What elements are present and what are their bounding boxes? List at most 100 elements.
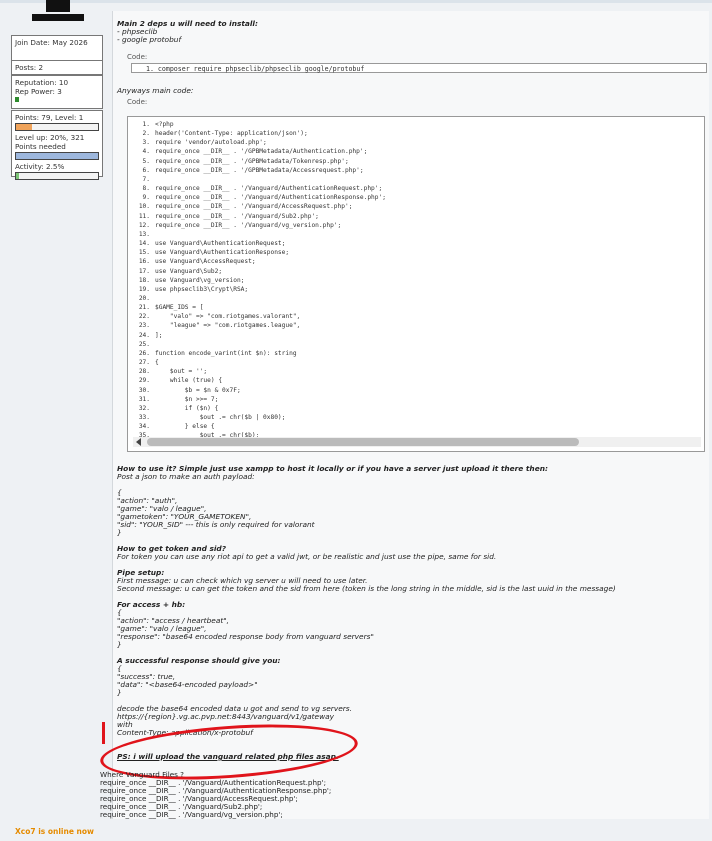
annotation-mark <box>102 722 115 744</box>
code-text: require_once __DIR__ . '/Vanguard/Authen… <box>155 185 383 193</box>
install-code-box[interactable]: 1. composer require phpseclib/phpseclib … <box>131 63 707 73</box>
code-text: require_once __DIR__ . '/Vanguard/Access… <box>155 203 353 211</box>
code-text: } else { <box>155 423 215 431</box>
pipe-second: Second message: u can get the token and … <box>117 584 616 593</box>
json-line: } <box>117 688 122 697</box>
json-line: { <box>117 488 122 497</box>
code-line: 30. $b = $n & 0x7F; <box>128 386 688 395</box>
code-line: 25. <box>128 340 688 349</box>
line-number: 23. <box>138 322 150 330</box>
code-line: 6. require_once __DIR__ . '/GPBMetadata/A… <box>128 166 688 175</box>
code-text: "valo" => "com.riotgames.valorant", <box>155 313 301 321</box>
page: Join Date: May 2026 Posts: 2 Reputation:… <box>0 0 712 841</box>
line-number: 13. <box>138 230 150 238</box>
dep-item: - google protobuf <box>117 35 182 44</box>
gateway-url[interactable]: https://{region}.vg.ac.pvp.net:8443/vang… <box>117 713 705 721</box>
line-number: 22. <box>138 313 150 321</box>
code-line: 9. require_once __DIR__ . '/Vanguard/Auth… <box>128 193 688 202</box>
code-text: <?php <box>155 121 174 128</box>
code-text: ]; <box>155 331 163 339</box>
avatar[interactable] <box>30 0 86 28</box>
code-text: require_once __DIR__ . '/Vanguard/Authen… <box>155 194 386 202</box>
line-number: 14. <box>138 240 150 248</box>
code-text: require_once __DIR__ . '/GPBMetadata/Aut… <box>155 148 368 156</box>
level-progress-bar <box>15 123 99 131</box>
line-number: 30. <box>138 386 150 394</box>
main-code-title: Anyways main code: <box>117 86 194 95</box>
code-text: { <box>155 359 159 367</box>
line-number: 26. <box>138 349 150 357</box>
scroll-left-arrow-icon[interactable] <box>136 438 141 446</box>
code-text: use phpseclib3\Crypt\RSA; <box>155 285 249 293</box>
horizontal-scrollbar[interactable] <box>133 437 701 447</box>
code-text: require_once __DIR__ . '/Vanguard/Sub2.p… <box>155 212 319 220</box>
token-text: For token you can use any riot api to ge… <box>117 552 497 561</box>
json-line: "response": "base64 encoded response bod… <box>117 632 374 641</box>
reputation-value: Reputation: 10 <box>15 78 69 87</box>
code-line: 20. <box>128 294 688 303</box>
code-text: while (true) { <box>155 377 223 385</box>
success-title: A successful response should give you: <box>117 656 281 665</box>
code-line: 26. function encode_varint(int $n): strin… <box>128 349 688 358</box>
line-number: 11. <box>138 212 150 220</box>
rep-icon <box>15 97 19 102</box>
success-json: { "success": true, "data": "<base64-enco… <box>117 665 705 697</box>
line-number: 27. <box>138 359 150 367</box>
code-line: 29. while (true) { <box>128 376 688 385</box>
code-line: 32. if ($n) { <box>128 404 688 413</box>
code-text: use Vanguard\vg_version; <box>155 276 245 284</box>
code-lines: 1. <?php 2. header('Content-Type: applicati… <box>128 120 688 440</box>
access-title: For access + hb: <box>117 600 186 609</box>
line-number: 12. <box>138 221 150 229</box>
level-box: Points: 79, Level: 1 Level up: 20%, 321 … <box>11 110 103 180</box>
activity-bar <box>15 172 99 180</box>
note-line: require_once __DIR__ . '/Vanguard/vg_ver… <box>100 810 283 819</box>
line-number: 8. <box>142 185 150 193</box>
line-number: 24. <box>138 331 150 339</box>
code-line: 23. "league" => "com.riotgames.league", <box>128 321 688 330</box>
code-text: require_once __DIR__ . '/GPBMetadata/Tok… <box>155 157 349 165</box>
code-line: 27. { <box>128 358 688 367</box>
line-number: 32. <box>138 404 150 412</box>
code-text: function encode_varint(int $n): string <box>155 349 297 357</box>
code-line: 18. use Vanguard\vg_version; <box>128 276 688 285</box>
code-line: 31. $n >>= 7; <box>128 395 688 404</box>
code-line: 34. } else { <box>128 422 688 431</box>
code-line: 33. $out .= chr($b | 0x80); <box>128 413 688 422</box>
json-line: } <box>117 640 122 649</box>
code-text: header('Content-Type: application/json')… <box>155 130 308 138</box>
code-line: 4. require_once __DIR__ . '/GPBMetadata/A… <box>128 147 688 156</box>
line-number: 5. <box>142 157 150 165</box>
code-line: 10. require_once __DIR__ . '/Vanguard/Acc… <box>128 202 688 211</box>
online-status[interactable]: Xco7 is online now <box>15 827 94 836</box>
auth-json: { "action": "auth", "game": "valo / leag… <box>117 489 705 537</box>
code-line: 19. use phpseclib3\Crypt\RSA; <box>128 285 688 294</box>
scrollbar-thumb[interactable] <box>147 438 579 446</box>
line-number: 17. <box>138 267 150 275</box>
vanguard-files-note: Where Vanguard Files ? require_once __DI… <box>100 771 331 819</box>
code-text: "league" => "com.riotgames.league", <box>155 322 301 330</box>
howto-line: Post a json to make an auth payload: <box>117 472 255 481</box>
line-number: 2. <box>142 130 150 138</box>
line-number: 21. <box>138 304 150 312</box>
post-body: Main 2 deps u will need to install: - ph… <box>112 11 709 819</box>
code-text: require_once __DIR__ . '/GPBMetadata/Acc… <box>155 166 364 174</box>
access-json: { "action": "access / heartbeat", "game"… <box>117 609 705 649</box>
code-text: require_once __DIR__ . '/Vanguard/vg_ver… <box>155 221 342 229</box>
line-number: 10. <box>138 203 150 211</box>
levelup-label: Level up: 20%, 321 Points needed <box>15 133 85 151</box>
deps-title: Main 2 deps u will need to install: <box>117 19 258 28</box>
code-label-2: Code: <box>127 98 148 106</box>
line-number: 4. <box>142 148 150 156</box>
code-text: require 'vendor/autoload.php'; <box>155 139 267 147</box>
post-top-text: Main 2 deps u will need to install: - ph… <box>117 19 707 106</box>
main-code-box[interactable]: 1. <?php 2. header('Content-Type: applicati… <box>127 116 705 452</box>
code-line: 7. <box>128 175 688 184</box>
code-text: $out = ''; <box>155 368 208 376</box>
code-line: 3. require 'vendor/autoload.php'; <box>128 138 688 147</box>
code-line: 28. $out = ''; <box>128 367 688 376</box>
code-text: use Vanguard\AuthenticationRequest; <box>155 240 286 248</box>
line-number: 29. <box>138 377 150 385</box>
json-line: "data": "<base64-encoded payload>" <box>117 680 258 689</box>
line-number: 19. <box>138 285 150 293</box>
